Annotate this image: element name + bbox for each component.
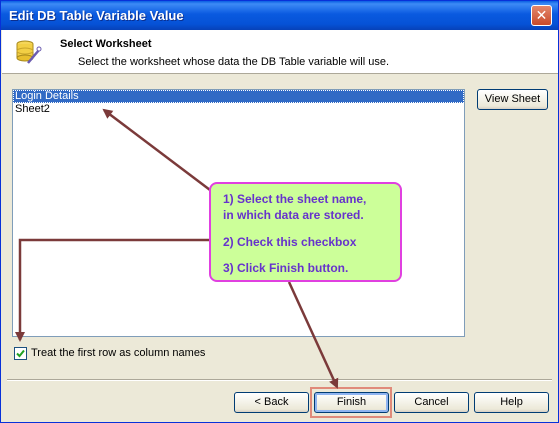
list-item-sheet2[interactable]: Sheet2 <box>13 103 464 116</box>
first-row-checkbox[interactable] <box>14 347 27 360</box>
close-icon: ✕ <box>535 7 548 23</box>
window-title: Edit DB Table Variable Value <box>9 8 184 23</box>
back-button[interactable]: < Back <box>234 392 309 413</box>
close-button[interactable]: ✕ <box>531 5 552 26</box>
view-sheet-button[interactable]: View Sheet <box>477 89 548 110</box>
callout-step3: 3) Click Finish button. <box>223 261 349 275</box>
help-button[interactable]: Help <box>474 392 549 413</box>
list-item-login-details[interactable]: Login Details <box>13 90 464 103</box>
page-title: Select Worksheet <box>60 38 152 50</box>
finish-button[interactable]: Finish <box>314 392 389 413</box>
checkmark-icon <box>16 349 25 358</box>
instruction-callout: 1) Select the sheet name, in which data … <box>209 182 402 282</box>
callout-step1-line1: 1) Select the sheet name, <box>223 192 367 206</box>
callout-step1-line2: in which data are stored. <box>223 208 364 222</box>
dialog-window: Edit DB Table Variable Value ✕ Select Wo… <box>0 0 559 423</box>
database-wizard-icon <box>16 40 42 64</box>
footer-separator <box>7 379 552 381</box>
cancel-button[interactable]: Cancel <box>394 392 469 413</box>
wizard-header: Select Worksheet Select the worksheet wh… <box>2 30 558 74</box>
page-subtitle: Select the worksheet whose data the DB T… <box>78 56 390 68</box>
callout-step2: 2) Check this checkbox <box>223 235 357 249</box>
first-row-checkbox-label[interactable]: Treat the first row as column names <box>31 347 205 359</box>
title-bar[interactable]: Edit DB Table Variable Value ✕ <box>1 1 558 30</box>
